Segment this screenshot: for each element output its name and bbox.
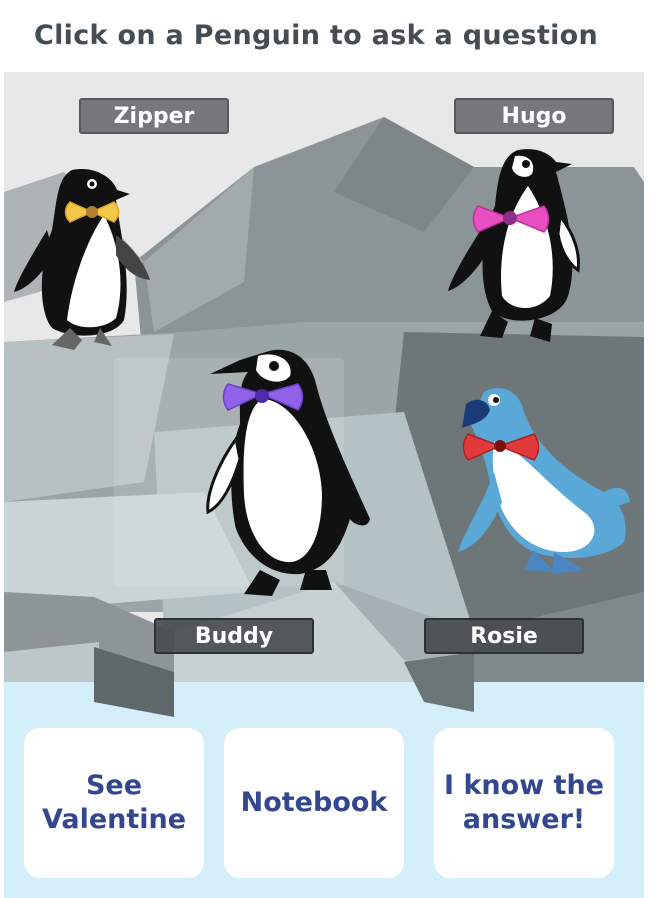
penguin-hugo-icon [448, 149, 580, 342]
app-frame: Click on a Penguin to ask a question Zip… [4, 0, 644, 898]
notebook-label: Notebook [240, 787, 388, 819]
name-label-hugo[interactable]: Hugo [454, 98, 614, 134]
penguin-scene: Zipper Hugo Buddy Rosie See Valentine No… [4, 72, 644, 898]
penguin-rosie[interactable] [454, 382, 634, 606]
header: Click on a Penguin to ask a question [4, 0, 644, 72]
penguin-buddy-icon [206, 349, 370, 596]
penguin-rosie-icon [458, 388, 630, 574]
see-valentine-button[interactable]: See Valentine [24, 728, 204, 878]
know-answer-button[interactable]: I know the answer! [434, 728, 614, 878]
name-label-rosie[interactable]: Rosie [424, 618, 584, 654]
name-label-zipper[interactable]: Zipper [79, 98, 229, 134]
notebook-button[interactable]: Notebook [224, 728, 404, 878]
penguin-hugo[interactable] [440, 146, 580, 352]
see-valentine-label: See Valentine [41, 770, 187, 835]
penguin-zipper[interactable] [12, 160, 152, 360]
penguin-buddy[interactable] [200, 344, 378, 608]
know-answer-label: I know the answer! [444, 770, 604, 835]
penguin-zipper-icon [14, 169, 150, 350]
name-label-buddy[interactable]: Buddy [154, 618, 314, 654]
page-title: Click on a Penguin to ask a question [34, 20, 599, 51]
